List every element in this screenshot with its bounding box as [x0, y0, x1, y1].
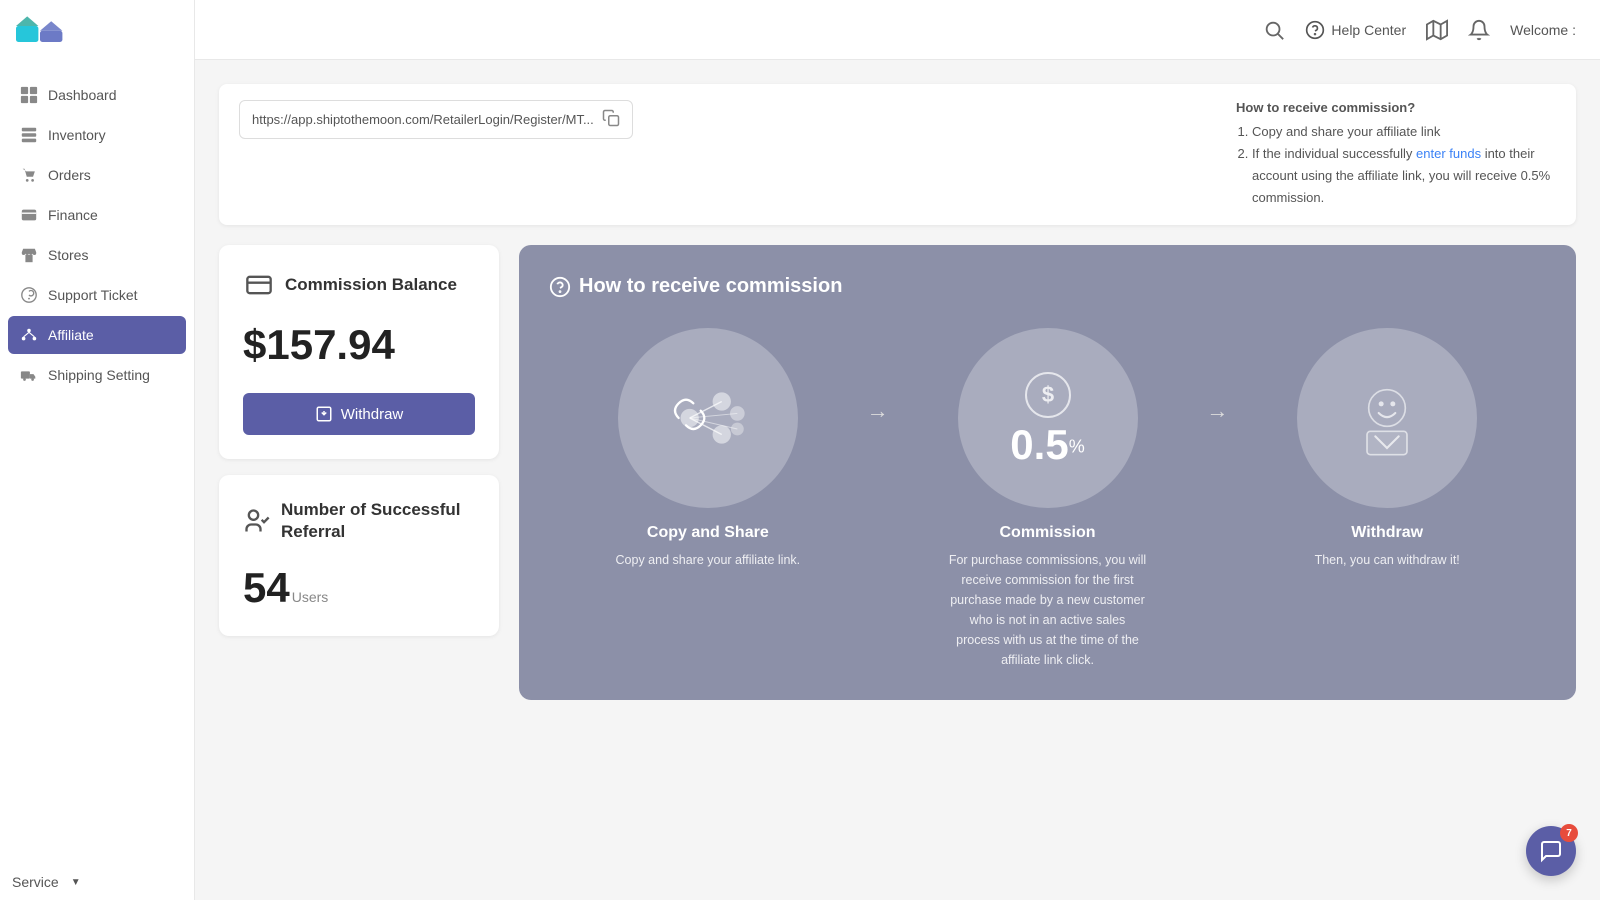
step2-title: Commission — [1000, 524, 1096, 542]
map-icon[interactable] — [1426, 19, 1448, 41]
commission-amount: $157.94 — [243, 321, 475, 369]
step-commission: $ 0.5% Commission For purchase commissio… — [889, 328, 1207, 670]
shipping-icon — [20, 366, 38, 384]
sidebar-item-inventory[interactable]: Inventory — [8, 116, 186, 154]
how-to-panel: How to receive commission — [519, 245, 1576, 700]
step-copy-share: Copy and Share Copy and share your affil… — [549, 328, 867, 570]
sidebar-item-affiliate[interactable]: Affiliate — [8, 316, 186, 354]
search-icon[interactable] — [1263, 19, 1285, 41]
stores-icon — [20, 246, 38, 264]
commission-card-icon — [243, 269, 275, 301]
sidebar-item-label: Orders — [48, 167, 91, 183]
step2-desc: For purchase commissions, you will recei… — [948, 550, 1148, 670]
service-label: Service — [12, 874, 59, 890]
arrow-1: → — [867, 328, 889, 424]
sidebar: Dashboard Inventory Orders Finance — [0, 0, 195, 900]
step3-desc: Then, you can withdraw it! — [1315, 550, 1460, 570]
step2-circle: $ 0.5% — [958, 328, 1138, 508]
steps-row: Copy and Share Copy and share your affil… — [549, 328, 1546, 670]
how-to-step-2: If the individual successfully enter fun… — [1252, 143, 1556, 209]
help-center-label: Help Center — [1331, 22, 1406, 38]
step3-title: Withdraw — [1351, 524, 1423, 542]
referral-card-icon — [243, 505, 271, 537]
support-icon — [20, 286, 38, 304]
chevron-down-icon: ▼ — [71, 877, 81, 888]
inventory-icon — [20, 126, 38, 144]
sidebar-item-label: Finance — [48, 207, 98, 223]
topbar: Help Center Welcome : — [195, 0, 1600, 60]
how-to-step-1: Copy and share your affiliate link — [1252, 121, 1556, 143]
step1-title: Copy and Share — [647, 524, 769, 542]
sidebar-item-orders[interactable]: Orders — [8, 156, 186, 194]
notification-icon[interactable] — [1468, 19, 1490, 41]
withdraw-button[interactable]: Withdraw — [243, 393, 475, 435]
sidebar-item-finance[interactable]: Finance — [8, 196, 186, 234]
main-content: Help Center Welcome : https://app.shipto… — [195, 0, 1600, 900]
sidebar-item-stores[interactable]: Stores — [8, 236, 186, 274]
affiliate-icon — [20, 326, 38, 344]
commission-card: Commission Balance $157.94 Withdraw — [219, 245, 499, 459]
sidebar-item-label: Support Ticket — [48, 287, 138, 303]
arrow-2: → — [1206, 328, 1228, 424]
referral-card: Number of Successful Referral 54Users — [219, 475, 499, 635]
sidebar-item-label: Stores — [48, 247, 88, 263]
affiliate-url-text: https://app.shiptothemoon.com/RetailerLo… — [252, 112, 594, 127]
welcome-text[interactable]: Welcome : — [1510, 22, 1576, 38]
referral-count: 54Users — [243, 564, 475, 612]
withdraw-label: Withdraw — [341, 406, 404, 423]
finance-icon — [20, 206, 38, 224]
sidebar-item-shipping[interactable]: Shipping Setting — [8, 356, 186, 394]
logo[interactable] — [0, 0, 194, 72]
commission-card-title: Commission Balance — [285, 274, 457, 296]
affiliate-link-input[interactable]: https://app.shiptothemoon.com/RetailerLo… — [239, 100, 633, 139]
how-to-info-sidebar: How to receive commission? Copy and shar… — [1236, 100, 1556, 209]
sidebar-item-dashboard[interactable]: Dashboard — [8, 76, 186, 114]
chat-bubble[interactable]: 7 — [1526, 826, 1576, 876]
affiliate-link-bar: https://app.shiptothemoon.com/RetailerLo… — [219, 84, 1576, 225]
sidebar-service[interactable]: Service ▼ — [0, 864, 194, 900]
referral-card-header: Number of Successful Referral — [243, 499, 475, 543]
page-body: https://app.shiptothemoon.com/RetailerLo… — [195, 60, 1600, 900]
svg-text:$: $ — [1041, 382, 1053, 407]
orders-icon — [20, 166, 38, 184]
step-withdraw: Withdraw Then, you can withdraw it! — [1228, 328, 1546, 570]
how-to-title: How to receive commission? — [1236, 100, 1556, 115]
sidebar-nav: Dashboard Inventory Orders Finance — [0, 72, 194, 856]
sidebar-item-support[interactable]: Support Ticket — [8, 276, 186, 314]
referral-card-title: Number of Successful Referral — [281, 499, 475, 543]
sidebar-item-label: Affiliate — [48, 327, 94, 343]
help-center-button[interactable]: Help Center — [1305, 20, 1406, 40]
copy-icon[interactable] — [602, 109, 620, 130]
dashboard-icon — [20, 86, 38, 104]
step1-desc: Copy and share your affiliate link. — [616, 550, 801, 570]
sidebar-item-label: Inventory — [48, 127, 106, 143]
left-column: Commission Balance $157.94 Withdraw Numb — [219, 245, 499, 635]
how-to-panel-title: How to receive commission — [549, 275, 1546, 298]
commission-card-header: Commission Balance — [243, 269, 475, 301]
bottom-grid: Commission Balance $157.94 Withdraw Numb — [219, 245, 1576, 700]
sidebar-item-label: Shipping Setting — [48, 367, 150, 383]
chat-badge: 7 — [1560, 824, 1578, 842]
step1-circle — [618, 328, 798, 508]
sidebar-item-label: Dashboard — [48, 87, 117, 103]
step3-circle — [1297, 328, 1477, 508]
